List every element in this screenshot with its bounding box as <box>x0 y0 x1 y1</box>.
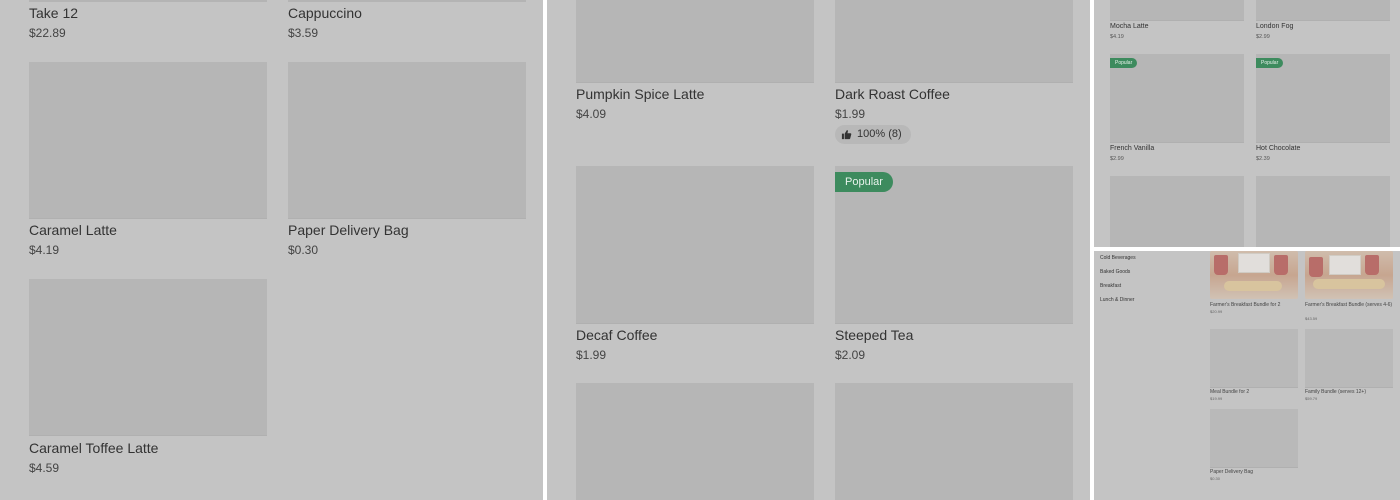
item-price: $20.99 <box>1210 309 1223 314</box>
item-name[interactable]: Steeped Tea <box>835 327 913 343</box>
item-price: $4.19 <box>29 243 60 257</box>
item-image[interactable] <box>1210 329 1298 388</box>
item-price: $4.09 <box>576 107 607 121</box>
item-price: $2.09 <box>835 348 866 362</box>
item-image[interactable] <box>29 279 267 436</box>
item-price: $1.99 <box>576 348 607 362</box>
menu-panel-1: Take 12 $22.89 Cappuccino $3.59 Caramel … <box>0 0 543 500</box>
item-name[interactable]: French Vanilla <box>1110 145 1154 152</box>
item-image[interactable] <box>1305 329 1393 388</box>
rating-text: 100% (8) <box>857 128 902 140</box>
item-name[interactable]: Mocha Latte <box>1110 23 1149 30</box>
item-image[interactable] <box>1110 0 1244 21</box>
item-name[interactable]: Paper Delivery Bag <box>1210 469 1253 475</box>
item-name[interactable]: Cappuccino <box>288 5 362 21</box>
item-price: $2.39 <box>1256 156 1270 162</box>
category-nav-lunch-dinner[interactable]: Lunch & Dinner <box>1100 297 1134 303</box>
item-name[interactable]: Take 12 <box>29 5 78 21</box>
rating-chip: 100% (8) <box>835 125 911 144</box>
item-image[interactable] <box>576 383 814 500</box>
item-image-cappuccino[interactable] <box>288 0 526 2</box>
item-name[interactable]: Family Bundle (serves 12+) <box>1305 389 1366 395</box>
menu-panel-2: Pumpkin Spice Latte $4.09 Dark Roast Cof… <box>547 0 1090 500</box>
item-image[interactable] <box>1110 176 1244 247</box>
item-name[interactable]: Caramel Latte <box>29 222 117 238</box>
menu-panel-4: Cold Beverages Baked Goods Breakfast Lun… <box>1094 251 1400 500</box>
item-name[interactable]: Dark Roast Coffee <box>835 86 950 102</box>
category-nav-breakfast[interactable]: Breakfast <box>1100 283 1121 289</box>
item-price: $0.30 <box>1210 476 1221 481</box>
item-price: $4.59 <box>29 461 60 475</box>
category-nav-baked-goods[interactable]: Baked Goods <box>1100 269 1130 275</box>
item-image[interactable] <box>576 0 814 83</box>
menu-panel-3: Mocha Latte $4.19 London Fog $2.99 Popul… <box>1094 0 1400 247</box>
item-image-breakfast-bundle-4-6[interactable] <box>1305 251 1393 299</box>
popular-badge: Popular <box>1256 58 1284 68</box>
item-image[interactable] <box>1210 409 1298 468</box>
item-image-take-12[interactable] <box>29 0 267 2</box>
item-name[interactable]: Farmer's Breakfast Bundle (serves 4-6) <box>1305 302 1392 308</box>
item-image[interactable] <box>835 383 1073 500</box>
item-name[interactable]: Caramel Toffee Latte <box>29 440 158 456</box>
item-price: $2.99 <box>1256 34 1270 40</box>
item-image[interactable] <box>29 62 267 219</box>
item-name[interactable]: London Fog <box>1256 23 1293 30</box>
item-price: $1.99 <box>835 107 866 121</box>
thumbs-up-icon <box>841 130 852 140</box>
item-price: $4.19 <box>1110 34 1124 40</box>
item-name[interactable]: Meal Bundle for 2 <box>1210 389 1249 395</box>
item-price: $22.89 <box>29 26 66 40</box>
item-image[interactable] <box>288 62 526 219</box>
item-price: $19.99 <box>1210 396 1223 401</box>
item-image[interactable] <box>576 166 814 324</box>
category-nav-cold-beverages[interactable]: Cold Beverages <box>1100 255 1136 261</box>
popular-badge: Popular <box>1110 58 1138 68</box>
popular-badge: Popular <box>835 172 893 192</box>
item-price: $3.59 <box>288 26 319 40</box>
item-name[interactable]: Hot Chocolate <box>1256 145 1300 152</box>
item-image-breakfast-bundle-2[interactable] <box>1210 251 1298 299</box>
item-name[interactable]: Farmer's Breakfast Bundle for 2 <box>1210 302 1280 308</box>
item-image[interactable] <box>835 0 1073 83</box>
item-name[interactable]: Decaf Coffee <box>576 327 657 343</box>
item-price: $43.59 <box>1305 316 1318 321</box>
item-price: $2.99 <box>1110 156 1124 162</box>
item-image[interactable] <box>1256 0 1390 21</box>
item-price: $59.79 <box>1305 396 1318 401</box>
item-name[interactable]: Pumpkin Spice Latte <box>576 86 704 102</box>
item-image[interactable] <box>1256 176 1390 247</box>
item-price: $0.30 <box>288 243 319 257</box>
item-name[interactable]: Paper Delivery Bag <box>288 222 409 238</box>
